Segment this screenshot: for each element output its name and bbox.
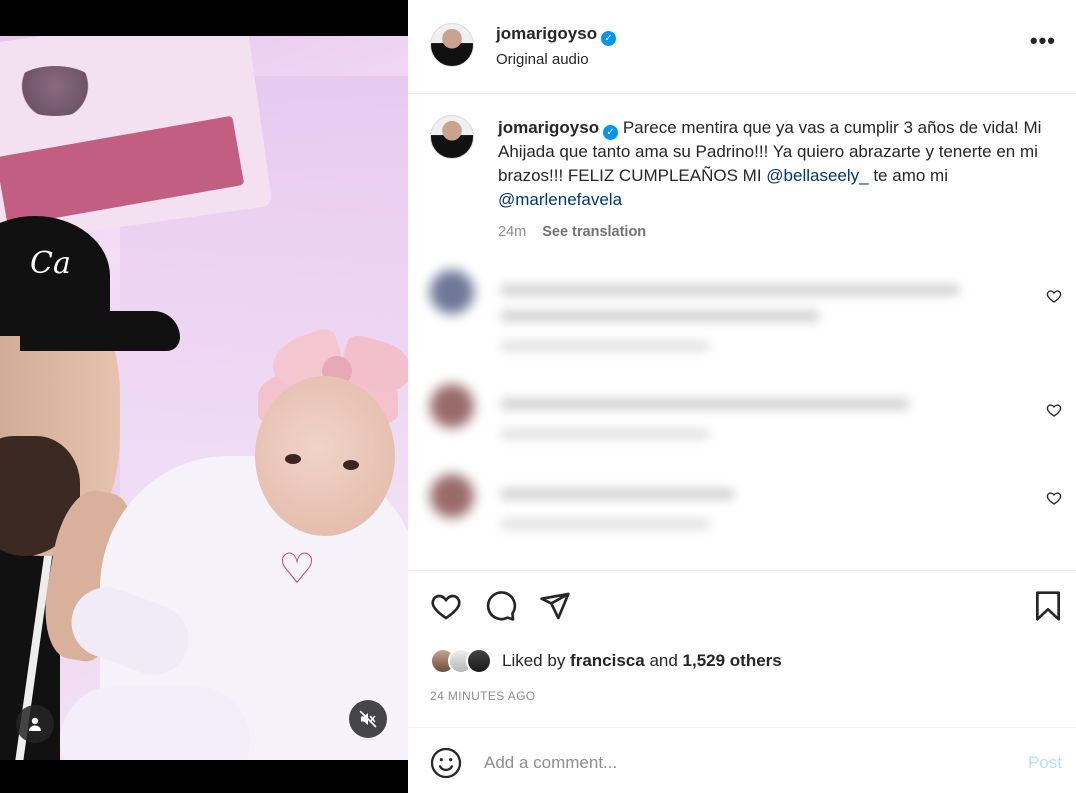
blurred-comment-meta: [500, 428, 710, 440]
see-translation-button[interactable]: See translation: [542, 224, 646, 240]
share-paper-plane-icon[interactable]: [539, 590, 571, 622]
tagged-users-button[interactable]: [16, 705, 54, 743]
author-avatar[interactable]: [430, 23, 474, 67]
blurred-comment-text: [500, 310, 820, 322]
caption-meta: 24m See translation: [498, 224, 646, 240]
media-panel: Ca ♡: [0, 0, 408, 793]
user-icon: [29, 717, 41, 731]
author-name-row: jomarigoyso ✓: [496, 24, 617, 46]
like-heart-icon[interactable]: [430, 590, 462, 622]
blurred-comment-text: [500, 398, 910, 410]
comment-list: [408, 244, 1076, 570]
caption-text: jomarigoyso ✓ Parece mentira que ya vas a…: [498, 116, 1058, 212]
post-timestamp[interactable]: 24 MINUTES AGO: [430, 689, 536, 703]
baby-face: [255, 376, 395, 536]
cap-logo-text: Ca: [30, 246, 71, 281]
mention-link[interactable]: @marlenefavela: [498, 190, 622, 209]
commenter-avatar[interactable]: [430, 474, 474, 518]
post-dialog: Ca ♡ jomarigoyso ✓ Original audio ••• jo…: [0, 0, 1076, 793]
heart-embroidery: ♡: [278, 545, 316, 592]
likes-count-link[interactable]: 1,529 others: [683, 651, 782, 670]
muted-speaker-icon: [359, 710, 377, 728]
author-username[interactable]: jomarigoyso: [496, 24, 597, 43]
verified-badge-icon: ✓: [601, 31, 617, 46]
more-options-icon[interactable]: •••: [1030, 28, 1056, 54]
mute-toggle-button[interactable]: [349, 700, 387, 738]
post-side-panel: jomarigoyso ✓ Original audio ••• jomarigo…: [408, 0, 1076, 793]
blurred-comment-meta: [500, 340, 710, 352]
commenter-avatar[interactable]: [430, 384, 474, 428]
mention-link[interactable]: @bellaseely_: [766, 166, 868, 185]
man-cap: Ca: [0, 216, 180, 366]
post-comment-button[interactable]: Post: [1028, 753, 1062, 773]
caption-body-part-2: te amo mi: [868, 166, 948, 185]
like-comment-heart-icon[interactable]: [1046, 402, 1062, 418]
comment-item: [408, 384, 1076, 474]
like-comment-heart-icon[interactable]: [1046, 288, 1062, 304]
comment-item: [408, 474, 1076, 564]
caption-author-username[interactable]: jomarigoyso: [498, 118, 599, 137]
save-bookmark-icon[interactable]: [1032, 590, 1064, 622]
like-comment-heart-icon[interactable]: [1046, 490, 1062, 506]
post-actions: Liked by francisca and 1,529 others 24 M…: [408, 570, 1076, 727]
comment-input[interactable]: [484, 748, 1004, 778]
liker-username[interactable]: francisca: [570, 651, 645, 670]
baby-eye-right: [343, 460, 359, 470]
caption-author-avatar[interactable]: [430, 115, 474, 159]
add-comment-bar: Post: [408, 727, 1076, 793]
turtle-pattern: [10, 66, 100, 116]
audio-link[interactable]: Original audio: [496, 51, 589, 68]
baby-leg: [60, 686, 250, 760]
comment-item: [408, 270, 1076, 360]
likes-summary: Liked by francisca and 1,529 others: [430, 646, 782, 676]
likes-middle: and: [644, 651, 683, 670]
caption: jomarigoyso ✓ Parece mentira que ya vas a…: [408, 94, 1076, 244]
post-header: jomarigoyso ✓ Original audio •••: [408, 0, 1076, 94]
commenter-avatar[interactable]: [430, 270, 474, 314]
liker-avatar[interactable]: [466, 648, 492, 674]
comment-bubble-icon[interactable]: [485, 590, 517, 622]
likes-prefix: Liked by: [502, 651, 571, 670]
blurred-comment-text: [500, 284, 960, 296]
baby-eye-left: [285, 454, 301, 464]
post-video[interactable]: Ca ♡: [0, 36, 408, 760]
cap-brim: [20, 311, 180, 351]
verified-badge-icon: ✓: [603, 125, 619, 140]
blurred-comment-meta: [500, 518, 710, 530]
emoji-icon[interactable]: [430, 747, 462, 779]
likes-text: Liked by francisca and 1,529 others: [502, 651, 782, 671]
blurred-comment-text: [500, 488, 735, 500]
caption-time[interactable]: 24m: [498, 224, 526, 240]
